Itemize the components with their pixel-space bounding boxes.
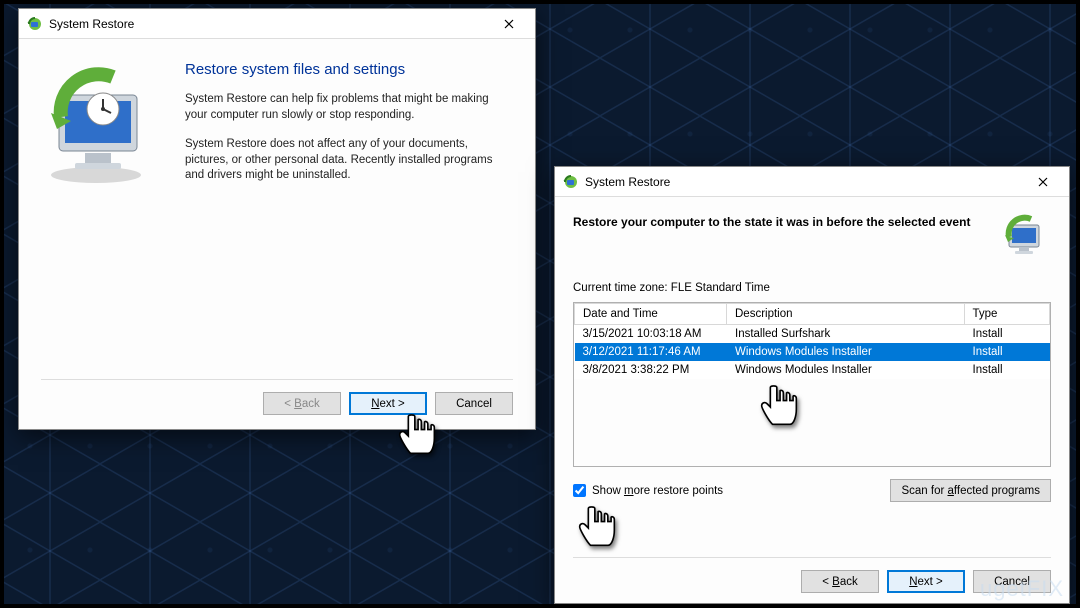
timezone-label: Current time zone: FLE Standard Time	[573, 282, 1051, 294]
system-restore-icon	[563, 174, 579, 190]
show-more-checkbox-input[interactable]	[573, 484, 586, 497]
column-header-type[interactable]: Type	[964, 304, 1050, 325]
intro-paragraph-2: System Restore does not affect any of yo…	[185, 137, 513, 184]
cell-datetime: 3/8/2021 3:38:22 PM	[575, 361, 727, 379]
cell-datetime: 3/15/2021 10:03:18 AM	[575, 325, 727, 344]
system-restore-icon	[27, 16, 43, 32]
dialog-title: System Restore	[585, 175, 1023, 189]
cell-type: Install	[964, 361, 1050, 379]
intro-paragraph-1: System Restore can help fix problems tha…	[185, 92, 513, 123]
restore-illustration	[41, 57, 171, 371]
dialog-heading: Restore system files and settings	[185, 61, 513, 78]
cell-description: Windows Modules Installer	[727, 343, 965, 361]
cell-description: Windows Modules Installer	[727, 361, 965, 379]
close-button[interactable]	[489, 11, 529, 37]
titlebar[interactable]: System Restore	[555, 167, 1069, 197]
cell-type: Install	[964, 343, 1050, 361]
restore-point-row[interactable]: 3/15/2021 10:03:18 AMInstalled Surfshark…	[575, 325, 1050, 344]
button-row: < Back Next > Cancel	[41, 379, 513, 415]
scan-affected-button[interactable]: Scan for affected programs	[890, 479, 1051, 502]
restore-point-row[interactable]: 3/8/2021 3:38:22 PMWindows Modules Insta…	[575, 361, 1050, 379]
column-header-datetime[interactable]: Date and Time	[575, 304, 727, 325]
column-header-description[interactable]: Description	[727, 304, 965, 325]
cell-datetime: 3/12/2021 11:17:46 AM	[575, 343, 727, 361]
titlebar[interactable]: System Restore	[19, 9, 535, 39]
watermark: ugetFIX	[980, 576, 1064, 602]
dialog-title: System Restore	[49, 17, 489, 31]
restore-points-table: Date and Time Description Type 3/15/2021…	[573, 302, 1051, 467]
cancel-button[interactable]: Cancel	[435, 392, 513, 415]
cell-type: Install	[964, 325, 1050, 344]
restore-illustration-small	[1001, 213, 1051, 262]
back-button: < Back	[263, 392, 341, 415]
next-button[interactable]: Next >	[349, 392, 427, 415]
show-more-checkbox[interactable]: Show more restore points	[573, 484, 723, 497]
close-icon	[504, 19, 514, 29]
restore-point-row[interactable]: 3/12/2021 11:17:46 AMWindows Modules Ins…	[575, 343, 1050, 361]
next-button[interactable]: Next >	[887, 570, 965, 593]
system-restore-select-dialog: System Restore Restore your computer to …	[554, 166, 1070, 604]
system-restore-intro-dialog: System Restore	[18, 8, 536, 430]
close-icon	[1038, 177, 1048, 187]
dialog-heading: Restore your computer to the state it wa…	[573, 213, 989, 229]
close-button[interactable]	[1023, 169, 1063, 195]
back-button[interactable]: < Back	[801, 570, 879, 593]
cell-description: Installed Surfshark	[727, 325, 965, 344]
